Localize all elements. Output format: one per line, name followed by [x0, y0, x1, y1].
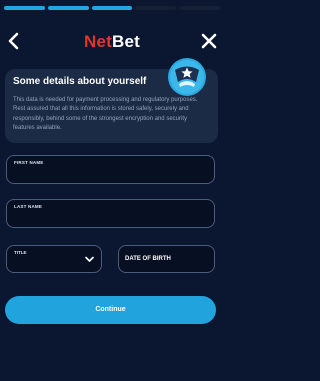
progress-step-1	[4, 6, 45, 10]
progress-step-5	[179, 6, 220, 10]
shield-star-icon	[168, 58, 206, 96]
title-select[interactable]: TITLE	[6, 245, 102, 273]
last-name-label: LAST NAME	[14, 204, 43, 209]
header: NetBet	[0, 30, 224, 54]
logo-bet-text: Bet	[112, 32, 140, 51]
continue-button[interactable]: Continue	[5, 296, 216, 324]
netbet-logo: NetBet	[0, 32, 224, 52]
progress-step-4	[135, 6, 177, 10]
first-name-label: FIRST NAME	[14, 160, 44, 165]
first-name-field[interactable]: FIRST NAME	[6, 155, 215, 184]
progress-bar	[4, 6, 220, 10]
close-icon[interactable]	[200, 32, 218, 50]
chevron-down-icon	[85, 256, 94, 262]
logo-net-text: Net	[84, 32, 112, 51]
progress-step-2	[47, 6, 89, 10]
info-text: This data is needed for payment processi…	[13, 97, 198, 132]
date-of-birth-placeholder: DATE OF BIRTH	[125, 256, 171, 262]
date-of-birth-field[interactable]: DATE OF BIRTH	[118, 245, 215, 273]
progress-step-3	[91, 6, 133, 10]
title-label: TITLE	[14, 250, 27, 255]
last-name-field[interactable]: LAST NAME	[6, 199, 215, 228]
